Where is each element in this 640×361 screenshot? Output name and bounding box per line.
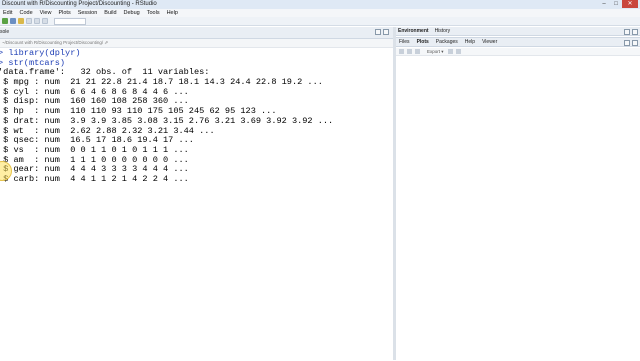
menu-edit[interactable]: Edit (3, 9, 12, 17)
print-icon[interactable] (42, 18, 48, 24)
menu-build[interactable]: Build (104, 9, 116, 17)
console-pane-header: sole (0, 27, 393, 39)
minimize-pane-icon[interactable] (624, 29, 630, 35)
menu-session[interactable]: Session (78, 9, 98, 17)
console-output[interactable]: > library(dplyr) > str(mtcars) 'data.fra… (0, 48, 393, 360)
tab-environment[interactable]: Environment (398, 28, 429, 34)
back-arrow-icon[interactable] (399, 49, 404, 54)
maximize-pane-icon[interactable] (632, 40, 638, 46)
menu-debug[interactable]: Debug (124, 9, 140, 17)
files-tabs: Files Plots Packages Help Viewer (396, 38, 640, 47)
maximize-button[interactable]: □ (610, 0, 622, 8)
menu-bar: Edit Code View Plots Session Build Debug… (0, 9, 640, 17)
open-file-icon[interactable] (18, 18, 24, 24)
tab-files[interactable]: Files (399, 39, 410, 45)
close-button[interactable]: ✕ (622, 0, 638, 8)
environment-pane-controls (622, 29, 638, 35)
window-controls: – □ ✕ (598, 0, 638, 9)
maximize-pane-icon[interactable] (383, 29, 389, 35)
tab-packages[interactable]: Packages (436, 39, 458, 45)
minimize-button[interactable]: – (598, 0, 610, 8)
tab-console[interactable]: sole (0, 29, 9, 35)
minimize-pane-icon[interactable] (375, 29, 381, 35)
console-line: $ carb: num 4 4 1 1 2 1 4 2 2 4 ... (0, 173, 189, 184)
forward-arrow-icon[interactable] (407, 49, 412, 54)
console-pane: sole ~/Discount with R/Discounting Proje… (0, 27, 393, 360)
open-project-icon[interactable] (10, 18, 16, 24)
remove-plot-icon[interactable] (447, 49, 453, 54)
maximize-pane-icon[interactable] (632, 29, 638, 35)
files-pane: Files Plots Packages Help Viewer Export … (396, 37, 640, 361)
menu-tools[interactable]: Tools (147, 9, 160, 17)
tab-help[interactable]: Help (465, 39, 475, 45)
clear-plots-icon[interactable] (455, 49, 461, 54)
pane-controls (373, 29, 389, 35)
files-pane-controls (622, 40, 638, 46)
export-button[interactable]: Export ▾ (427, 49, 444, 55)
zoom-icon[interactable] (415, 49, 420, 54)
main-toolbar (0, 17, 640, 26)
minimize-pane-icon[interactable] (624, 40, 630, 46)
save-all-icon[interactable] (34, 18, 40, 24)
tab-viewer[interactable]: Viewer (482, 39, 497, 45)
environment-tabs: Environment History (396, 27, 640, 36)
menu-code[interactable]: Code (19, 9, 32, 17)
plots-toolbar: Export ▾ (396, 48, 640, 56)
working-directory[interactable]: ~/Discount with R/Discounting Project/Di… (2, 40, 108, 46)
go-to-file-input[interactable] (54, 17, 86, 25)
window-title: Discount with R/Discounting Project/Disc… (2, 1, 157, 7)
menu-plots[interactable]: Plots (58, 9, 70, 17)
tab-history[interactable]: History (435, 28, 451, 34)
menu-view[interactable]: View (40, 9, 52, 17)
new-file-icon[interactable] (2, 18, 8, 24)
menu-help[interactable]: Help (167, 9, 178, 17)
console-prompt-line[interactable] (0, 185, 393, 195)
tab-plots[interactable]: Plots (417, 39, 429, 45)
save-icon[interactable] (26, 18, 32, 24)
console-path-bar: ~/Discount with R/Discounting Project/Di… (0, 39, 393, 48)
